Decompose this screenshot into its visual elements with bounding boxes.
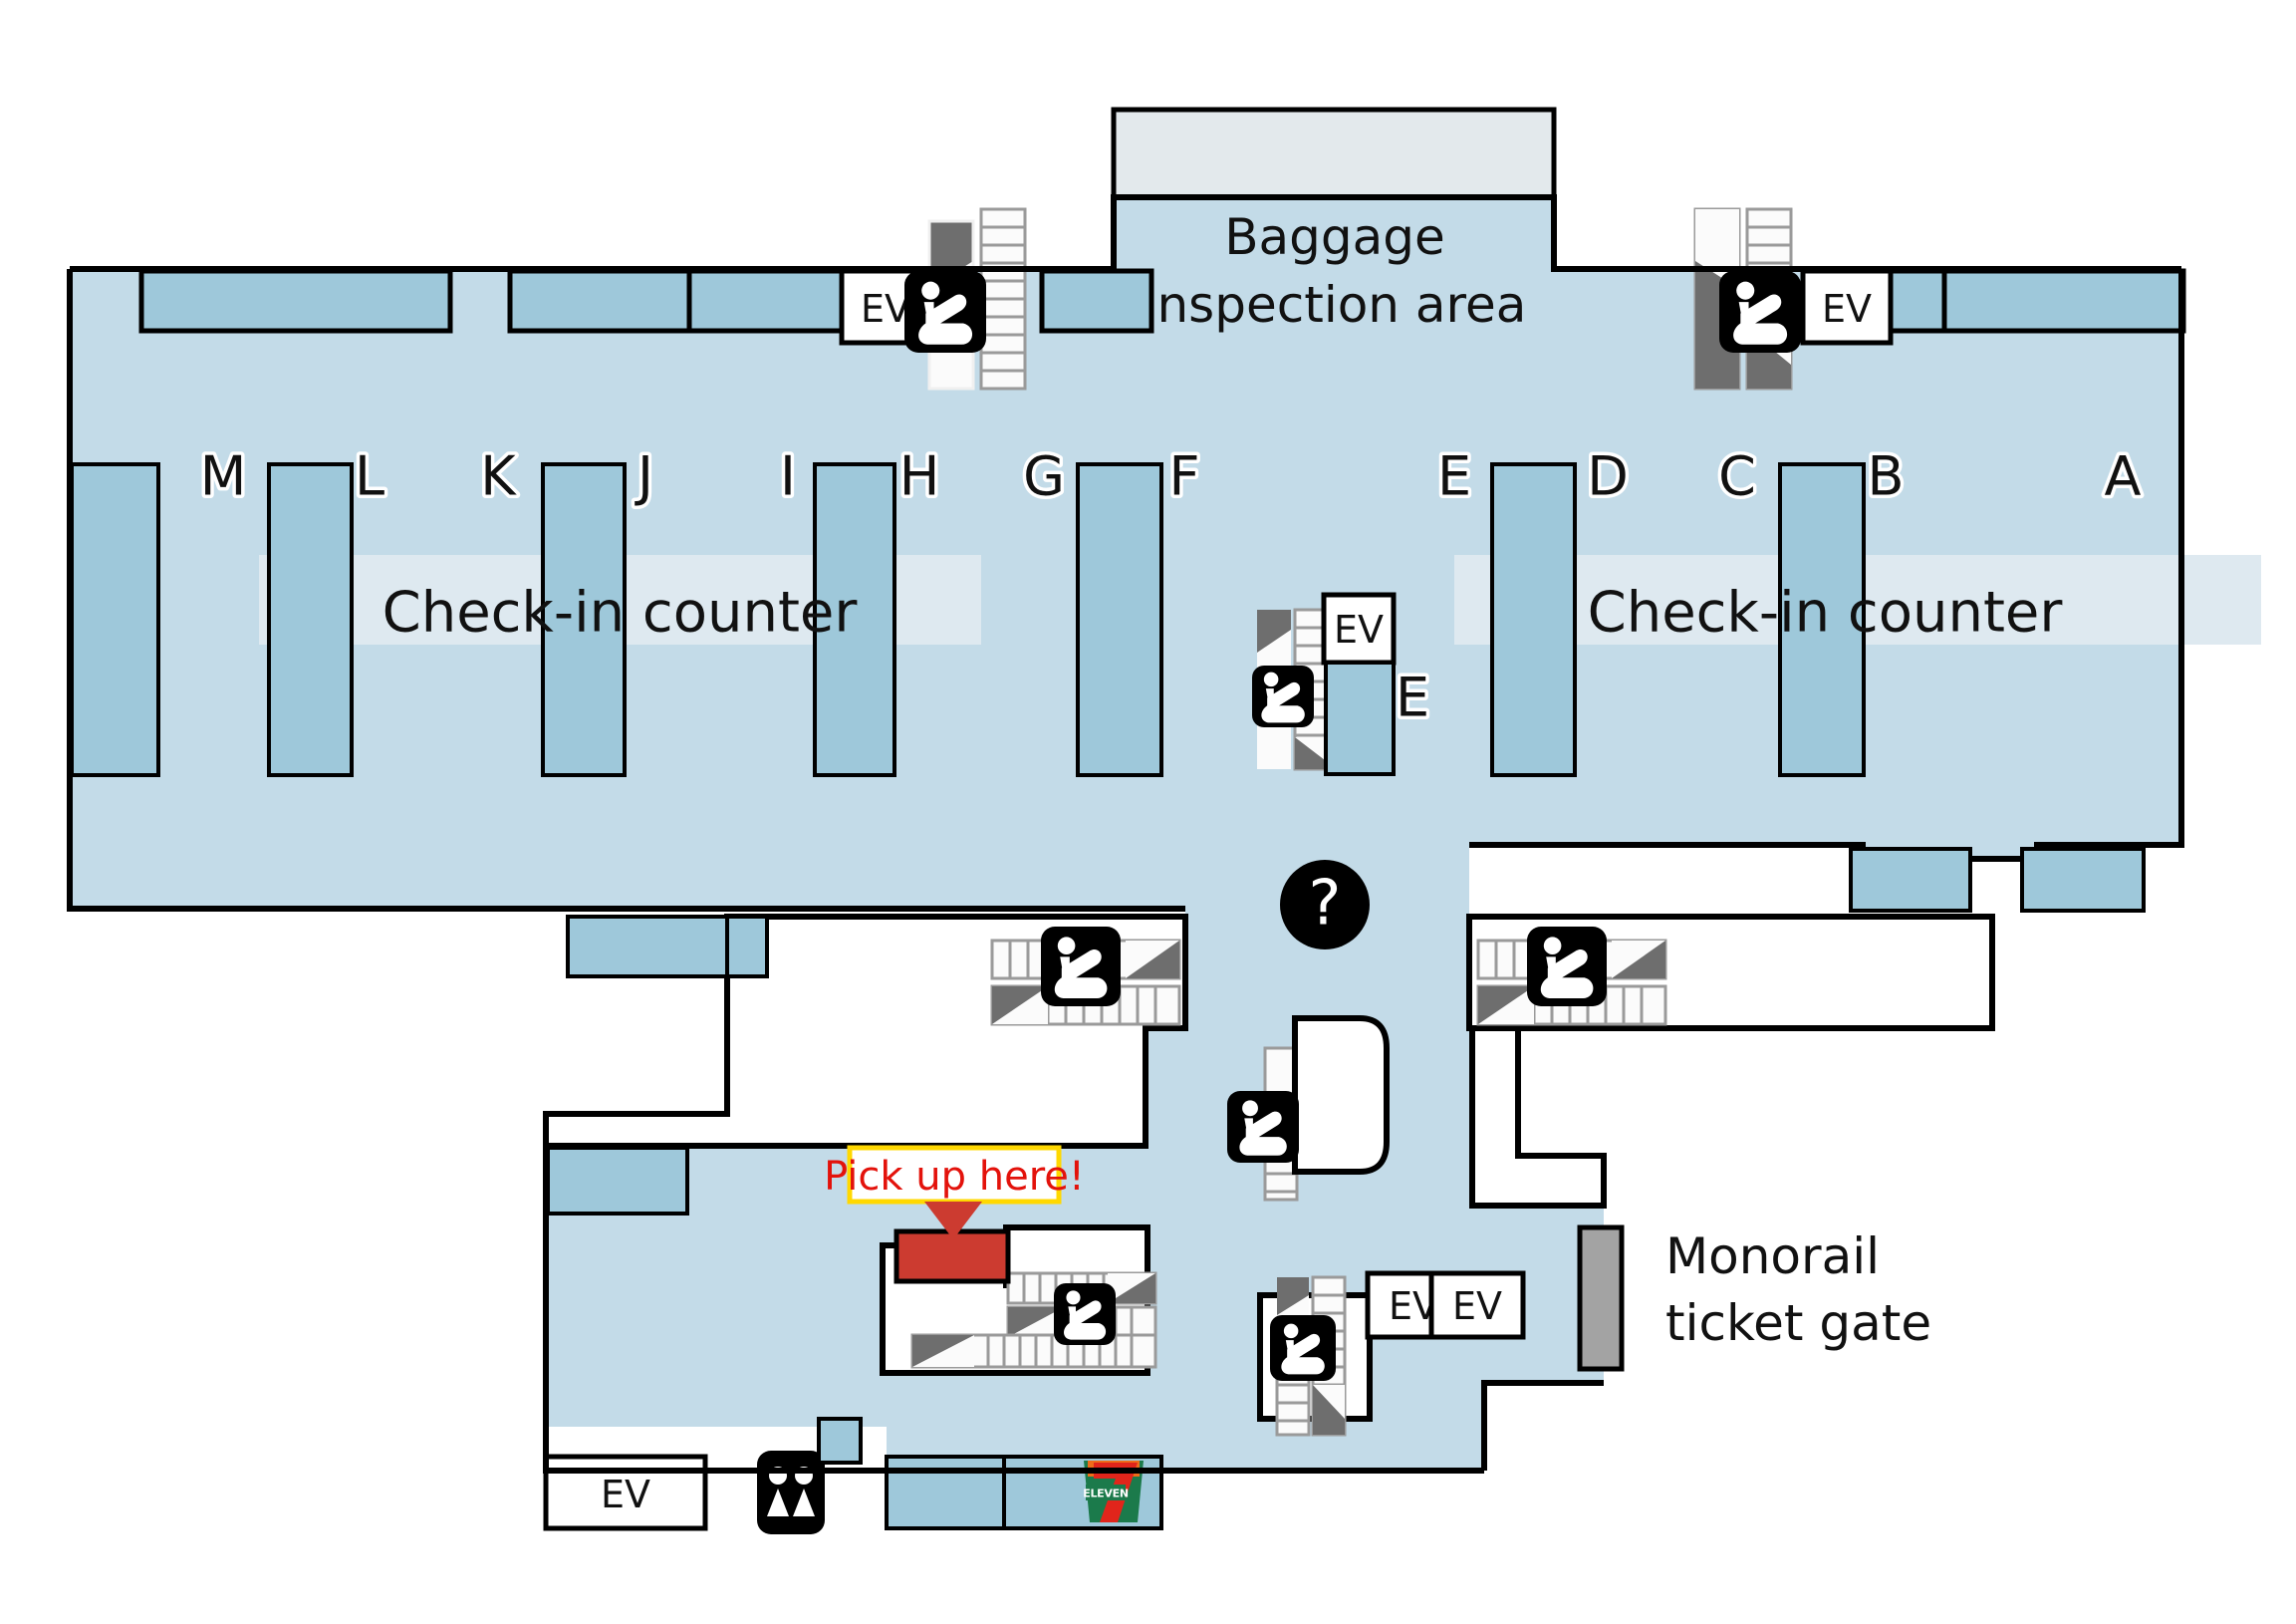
pickup-structure	[880, 1224, 1157, 1376]
counter-island-L	[267, 462, 354, 777]
seven-eleven-wordmark: ELEVEN	[1083, 1488, 1129, 1500]
gate-letter-M: M	[200, 445, 247, 508]
monorail-label-line2: ticket gate	[1665, 1294, 1931, 1352]
elevator-label: EV	[1334, 608, 1384, 652]
counter-island-M	[70, 462, 160, 777]
monorail-label-line1: Monorail	[1665, 1227, 1880, 1285]
gate-letter-K: K	[480, 445, 517, 508]
gate-letter-A: A	[2105, 445, 2142, 508]
gate-letter-B: B	[1867, 445, 1904, 508]
escalator-band-pickup-3	[910, 1333, 1157, 1369]
gate-letter-E: E	[1437, 445, 1471, 508]
gate-letter-G: G	[1023, 445, 1065, 508]
terminal-floor-map: Baggage inspection area M L K J I H G F …	[0, 0, 2296, 1624]
baggage-label-line2: inspection area	[1144, 276, 1527, 334]
gate-letter-L: L	[355, 445, 384, 508]
lower-left-blocks	[546, 1146, 689, 1216]
gate-letter-D: D	[1587, 445, 1629, 508]
pickup-callout-label: Pick up here!	[824, 1154, 1085, 1200]
gate-letter-I: I	[780, 445, 796, 508]
elevator-label: EV	[601, 1473, 650, 1516]
corridor-lower-left	[543, 914, 1188, 1149]
counter-island-D	[1490, 462, 1577, 777]
monorail-gate-bar	[1577, 1224, 1625, 1372]
elevator-label: EV	[1452, 1284, 1502, 1328]
pickup-platform	[893, 1228, 1011, 1284]
gate-letter-E-center: E	[1396, 667, 1429, 729]
information-question-mark: ?	[1309, 867, 1342, 940]
gate-letter-J: J	[635, 445, 653, 508]
floor-map-canvas: Baggage inspection area M L K J I H G F …	[67, 107, 2261, 1534]
gate-letter-F: F	[1168, 445, 1199, 508]
monorail-ticket-gate: Monorail ticket gate	[1577, 1224, 1931, 1372]
elevator-label: EV	[861, 287, 910, 331]
shop-unit-1	[885, 1455, 1006, 1530]
counter-island-F	[1076, 462, 1163, 777]
baggage-label-line1: Baggage	[1224, 208, 1445, 266]
checkin-counter-label-right: Check-in counter	[1588, 581, 2064, 646]
corridor-lower-right	[1466, 914, 1995, 1209]
information-icon[interactable]: ?	[1280, 860, 1370, 949]
checkin-counter-label-left: Check-in counter	[383, 581, 859, 646]
restroom-icon	[757, 1451, 825, 1534]
gate-letter-C: C	[1718, 445, 1756, 508]
elevator-label: EV	[1822, 287, 1872, 331]
gate-letter-H: H	[899, 445, 940, 508]
